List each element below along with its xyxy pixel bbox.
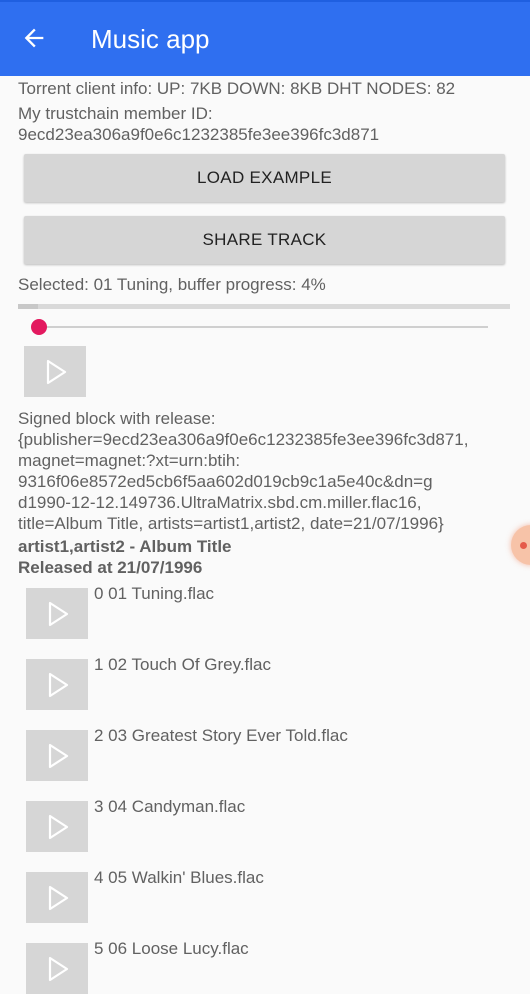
track-label: 4 05 Walkin' Blues.flac <box>94 868 264 887</box>
buffer-progress-bar <box>18 304 510 309</box>
torrent-info: Torrent client info: UP: 7KB DOWN: 8KB D… <box>18 79 456 98</box>
track-play-button[interactable] <box>26 943 88 994</box>
track-label: 2 03 Greatest Story Ever Told.flac <box>94 726 348 745</box>
track-label: 3 04 Candyman.flac <box>94 797 246 816</box>
block-line-2: {publisher=9ecd23ea306a9f0e6c1232385fe3e… <box>18 430 469 449</box>
app-title: Music app <box>91 24 210 54</box>
seek-bar[interactable] <box>40 326 488 328</box>
track-label: 5 06 Loose Lucy.flac <box>94 939 249 958</box>
member-id-label: My trustchain member ID: <box>18 104 213 123</box>
play-icon <box>41 358 69 386</box>
play-icon <box>43 600 71 628</box>
app-bar: Music app <box>0 0 530 76</box>
main-play-button[interactable] <box>24 346 86 397</box>
block-line-4: 9316f06e8572ed5cb6f5aa602d019cb9c1a5e40c… <box>18 472 433 491</box>
back-arrow-icon[interactable] <box>20 24 48 52</box>
play-icon <box>43 742 71 770</box>
floating-bubble-dot <box>520 542 527 549</box>
block-line-5: d1990-12-12.149736.UltraMatrix.sbd.cm.mi… <box>18 493 422 512</box>
share-track-button[interactable]: SHARE TRACK <box>24 216 505 264</box>
album-heading: artist1,artist2 - Album Title <box>18 537 232 556</box>
track-play-button[interactable] <box>26 730 88 781</box>
main-content: Torrent client info: UP: 7KB DOWN: 8KB D… <box>0 76 530 994</box>
track-label: 0 01 Tuning.flac <box>94 584 215 603</box>
play-icon <box>43 884 71 912</box>
load-example-button[interactable]: LOAD EXAMPLE <box>24 154 505 202</box>
member-id-value: 9ecd23ea306a9f0e6c1232385fe3ee396fc3d871 <box>18 125 380 144</box>
track-play-button[interactable] <box>26 801 88 852</box>
track-play-button[interactable] <box>26 872 88 923</box>
album-release-date: Released at 21/07/1996 <box>18 558 203 577</box>
track-label: 1 02 Touch Of Grey.flac <box>94 655 272 674</box>
play-icon <box>43 813 71 841</box>
play-icon <box>43 671 71 699</box>
play-icon <box>43 955 71 983</box>
selected-status: Selected: 01 Tuning, buffer progress: 4% <box>18 275 326 294</box>
floating-bubble-icon[interactable] <box>511 525 530 565</box>
block-line-1: Signed block with release: <box>18 409 216 428</box>
track-play-button[interactable] <box>26 659 88 710</box>
seek-thumb[interactable] <box>31 319 47 335</box>
block-line-3: magnet=magnet:?xt=urn:btih: <box>18 451 241 470</box>
block-line-6: title=Album Title, artists=artist1,artis… <box>18 514 444 533</box>
track-play-button[interactable] <box>26 588 88 639</box>
buffer-progress-fill <box>18 304 38 309</box>
